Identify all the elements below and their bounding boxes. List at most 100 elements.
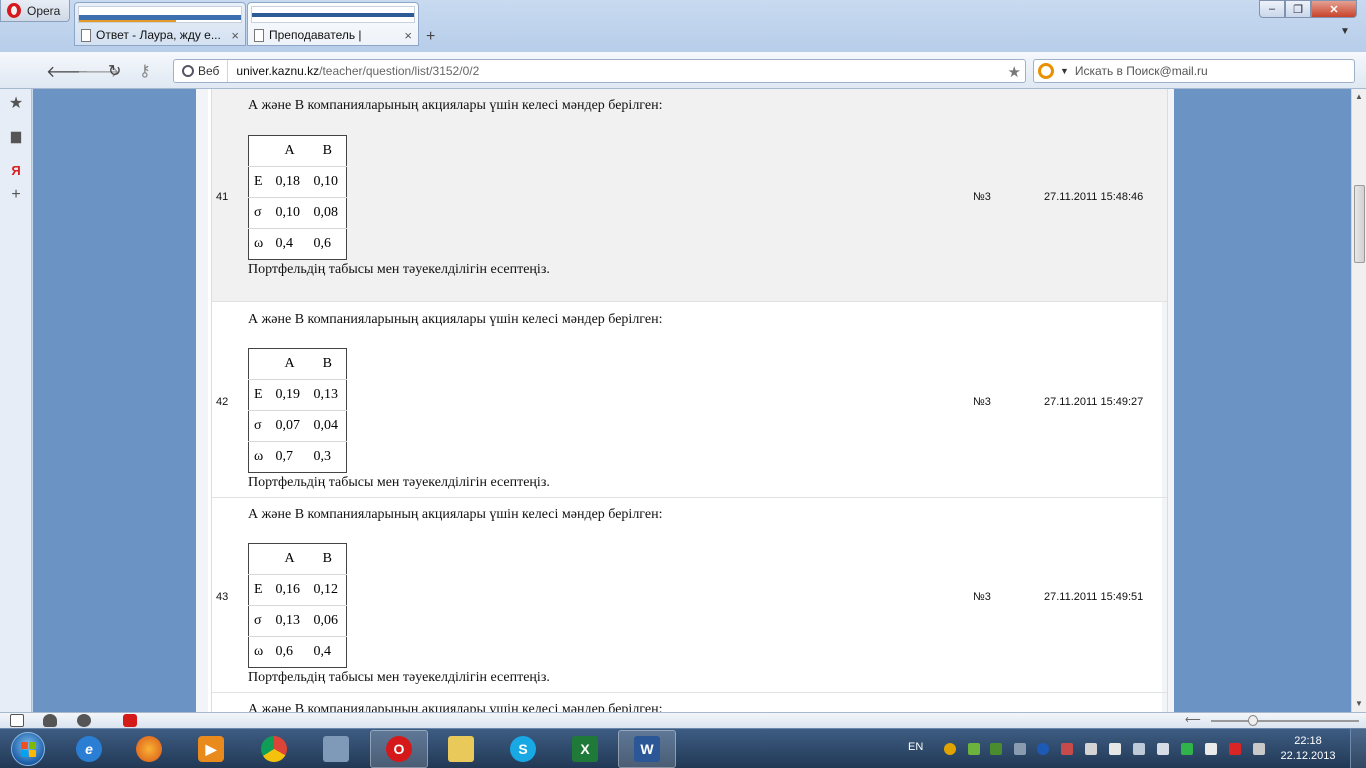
search-engine-dropdown-icon[interactable]: ▼ xyxy=(1060,66,1069,76)
col-a-header: A xyxy=(284,143,295,158)
action-center-flag-icon[interactable] xyxy=(1109,743,1121,755)
variant-label: №3 xyxy=(973,591,991,603)
e-b-value: 0,12 xyxy=(308,574,347,606)
reload-icon[interactable]: ↻ xyxy=(108,61,121,81)
row-e-label: E xyxy=(248,379,271,411)
row-sigma-label: σ xyxy=(248,410,271,442)
tray-app-icon[interactable] xyxy=(1085,743,1097,755)
opera-menu-button[interactable]: Opera xyxy=(0,0,70,22)
e-a-value: 0,18 xyxy=(270,166,309,198)
navigation-bar: 🡐 🡒 ↻ ⚷ Веб univer.kaznu.kz/teacher/ques… xyxy=(0,52,1366,89)
omega-a-value: 0,4 xyxy=(270,228,309,260)
tab-list-chevron-icon[interactable]: ▼ xyxy=(1340,26,1350,37)
language-indicator[interactable]: EN xyxy=(908,741,923,753)
page-icon xyxy=(254,28,264,42)
zoom-slider-track[interactable] xyxy=(1211,720,1359,722)
taskbar-opera[interactable]: O xyxy=(370,730,428,768)
signal-icon[interactable] xyxy=(1133,743,1145,755)
question-intro: А және В компанияларының акциялары үшін … xyxy=(248,312,663,327)
col-b-header: B xyxy=(322,551,332,566)
yandex-icon[interactable]: Я xyxy=(7,161,25,179)
status-bar: ⟵ xyxy=(0,712,1366,728)
close-tab-icon[interactable]: × xyxy=(231,28,239,43)
tab-teacher[interactable]: Преподаватель | × xyxy=(247,2,419,46)
search-placeholder: Искать в Поиск@mail.ru xyxy=(1074,64,1208,78)
key-icon[interactable]: ⚷ xyxy=(139,61,151,81)
tray-app-icon[interactable] xyxy=(968,743,980,755)
new-tab-button[interactable]: + xyxy=(426,28,435,46)
opera-icon: O xyxy=(386,736,412,762)
minimize-button[interactable]: – xyxy=(1259,0,1285,18)
omega-a-value: 0,7 xyxy=(270,441,309,473)
taskbar-word[interactable]: W xyxy=(618,730,676,768)
search-engine-icon[interactable] xyxy=(1038,63,1054,79)
start-button[interactable] xyxy=(2,730,54,768)
taskbar-excel[interactable]: X xyxy=(556,730,614,768)
search-field[interactable]: ▼ Искать в Поиск@mail.ru xyxy=(1033,59,1355,83)
zoom-slider-handle[interactable] xyxy=(1248,715,1258,726)
media-player-icon: ▶ xyxy=(198,736,224,762)
tray-app-icon[interactable] xyxy=(1181,743,1193,755)
opera-logo-icon xyxy=(7,3,21,18)
web-badge[interactable]: Веб xyxy=(174,60,229,82)
volume-icon[interactable] xyxy=(1157,743,1169,755)
e-a-value: 0,19 xyxy=(270,379,309,411)
bluetooth-icon[interactable] xyxy=(1037,743,1049,755)
close-window-button[interactable]: ✕ xyxy=(1311,0,1357,18)
maximize-button[interactable]: ❐ xyxy=(1285,0,1311,18)
folder-icon xyxy=(448,736,474,762)
tab-thumbnail xyxy=(251,6,415,23)
opera-menu-label: Opera xyxy=(27,3,61,18)
notes-icon[interactable]: ▆ xyxy=(7,127,25,145)
add-panel-icon[interactable]: + xyxy=(7,186,25,204)
bookmarks-star-icon[interactable]: ★ xyxy=(7,94,25,112)
tab-answer[interactable]: Ответ - Лаура, жду е... × xyxy=(74,2,246,46)
tray-app-icon[interactable] xyxy=(1014,743,1026,755)
tray-app-icon[interactable] xyxy=(990,743,1002,755)
tray-app-icon[interactable] xyxy=(944,743,956,755)
turbo-icon[interactable] xyxy=(77,714,91,727)
row-sigma-label: σ xyxy=(248,605,271,637)
variant-label: №3 xyxy=(973,396,991,408)
taskbar-ie[interactable]: e xyxy=(60,730,118,768)
clock-date: 22.12.2013 xyxy=(1280,750,1336,762)
vertical-scrollbar[interactable]: ▲ ▼ xyxy=(1351,89,1366,712)
close-tab-icon[interactable]: × xyxy=(404,28,412,43)
side-panel: ★ ▆ Я + xyxy=(0,89,32,712)
row-omega-label: ω xyxy=(248,441,271,473)
sigma-a-value: 0,10 xyxy=(270,197,309,229)
panel-toggle-icon[interactable] xyxy=(10,714,24,727)
values-table: A B E 0,16 0,12 σ 0,13 0,06 ω 0,6 0,4 xyxy=(248,543,347,668)
word-icon: W xyxy=(634,736,660,762)
created-datetime: 27.11.2011 15:48:46 xyxy=(1044,191,1144,203)
tray-app-icon[interactable] xyxy=(1061,743,1073,755)
bookmark-star-icon[interactable]: ★ xyxy=(1008,63,1021,81)
clock[interactable]: 22:18 22.12.2013 xyxy=(1279,734,1337,764)
taskbar-network[interactable] xyxy=(307,730,365,768)
url-domain: univer.kaznu.kz xyxy=(236,64,320,78)
chrome-icon xyxy=(261,736,287,762)
taskbar-media-player[interactable]: ▶ xyxy=(182,730,240,768)
page-viewport: А және В компанияларының акциялары үшін … xyxy=(33,89,1351,712)
taskbar-skype[interactable]: S xyxy=(494,730,552,768)
opera-unite-icon[interactable] xyxy=(43,714,57,727)
scrollbar-thumb[interactable] xyxy=(1354,185,1365,263)
sigma-b-value: 0,04 xyxy=(308,410,347,442)
youtube-icon[interactable] xyxy=(123,714,137,727)
show-desktop-button[interactable] xyxy=(1350,729,1366,768)
taskbar-explorer[interactable] xyxy=(432,730,490,768)
antivirus-icon[interactable] xyxy=(1229,743,1241,755)
view-icon[interactable]: ⟵ xyxy=(1185,713,1201,726)
battery-icon[interactable] xyxy=(1205,743,1217,755)
taskbar-chrome[interactable] xyxy=(245,730,303,768)
taskbar-firefox[interactable] xyxy=(120,730,178,768)
scroll-up-arrow-icon[interactable]: ▲ xyxy=(1355,92,1363,101)
url-text[interactable]: univer.kaznu.kz/teacher/question/list/31… xyxy=(228,64,479,78)
tray-app-icon[interactable] xyxy=(1253,743,1265,755)
internet-explorer-icon: e xyxy=(76,736,102,762)
network-icon xyxy=(323,736,349,762)
address-bar[interactable]: Веб univer.kaznu.kz/teacher/question/lis… xyxy=(173,59,1026,83)
scroll-down-arrow-icon[interactable]: ▼ xyxy=(1355,699,1363,708)
question-list: А және В компанияларының акциялары үшін … xyxy=(211,89,1168,712)
question-intro: А және В компанияларының акциялары үшін … xyxy=(248,507,663,522)
